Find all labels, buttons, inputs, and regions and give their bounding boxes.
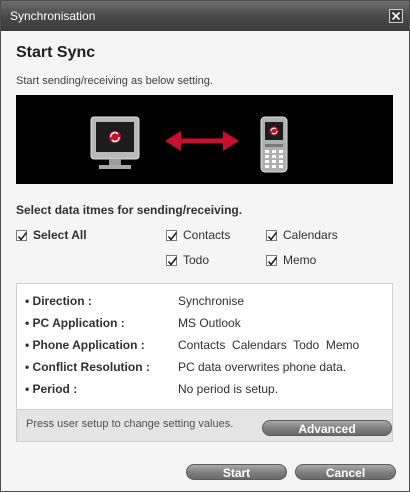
- data-items-label: Select data itmes for sending/receiving.: [16, 203, 243, 217]
- close-button[interactable]: [389, 9, 403, 23]
- check-icon: [267, 231, 278, 241]
- settings-value: No period is setup.: [178, 382, 279, 396]
- settings-label: • Direction :: [25, 294, 92, 308]
- close-icon: [392, 12, 400, 20]
- checkbox-box[interactable]: [166, 254, 178, 266]
- todo-label: Todo: [183, 253, 210, 267]
- bullet-icon: •: [25, 294, 30, 308]
- contacts-checkbox[interactable]: Contacts: [166, 228, 230, 242]
- select-all-checkbox[interactable]: Select All: [16, 228, 87, 242]
- instruction-text: Start sending/receiving as below setting…: [16, 75, 213, 87]
- settings-value: Synchronise: [178, 294, 245, 308]
- title-bar[interactable]: Synchronisation: [1, 1, 409, 31]
- start-button[interactable]: Start: [186, 464, 287, 480]
- check-icon: [167, 231, 178, 241]
- settings-value: PC data overwrites phone data.: [178, 360, 347, 374]
- calendars-label: Calendars: [283, 228, 338, 242]
- checkbox-box[interactable]: [166, 229, 178, 241]
- sync-arrow-icon: [165, 131, 239, 151]
- memo-checkbox[interactable]: Memo: [266, 253, 316, 267]
- checkbox-box[interactable]: [266, 254, 278, 266]
- bullet-icon: •: [25, 360, 30, 374]
- pc-monitor-icon: [90, 116, 140, 169]
- settings-label: • Phone Application :: [25, 338, 145, 352]
- check-icon: [167, 256, 178, 266]
- setup-hint-text: Press user setup to change setting value…: [26, 418, 234, 430]
- checkbox-box[interactable]: [16, 229, 28, 241]
- settings-label: • Conflict Resolution :: [25, 360, 150, 374]
- phone-icon: [260, 116, 288, 173]
- page-title: Start Sync: [16, 44, 96, 61]
- calendars-checkbox[interactable]: Calendars: [266, 228, 338, 242]
- todo-checkbox[interactable]: Todo: [166, 253, 209, 267]
- settings-label: • PC Application :: [25, 316, 125, 330]
- checkbox-box[interactable]: [266, 229, 278, 241]
- cancel-button[interactable]: Cancel: [295, 464, 396, 480]
- bullet-icon: •: [25, 382, 30, 396]
- bullet-icon: •: [25, 316, 30, 330]
- window-title: Synchronisation: [10, 9, 96, 23]
- check-icon: [17, 231, 28, 241]
- settings-value: Contacts Calendars Todo Memo: [178, 338, 360, 352]
- settings-label: • Period :: [25, 382, 78, 396]
- settings-summary-panel: • Direction : Synchronise • PC Applicati…: [16, 283, 393, 410]
- advanced-button[interactable]: Advanced: [262, 420, 392, 436]
- sync-banner: [16, 95, 393, 184]
- settings-value: MS Outlook: [178, 316, 241, 330]
- bullet-icon: •: [25, 338, 30, 352]
- contacts-label: Contacts: [183, 228, 231, 242]
- user-setup-bar: Press user setup to change setting value…: [16, 410, 393, 442]
- select-all-label: Select All: [33, 228, 87, 242]
- memo-label: Memo: [283, 253, 317, 267]
- check-icon: [267, 256, 278, 266]
- sync-dialog: Synchronisation Start Sync Start sending…: [0, 0, 410, 492]
